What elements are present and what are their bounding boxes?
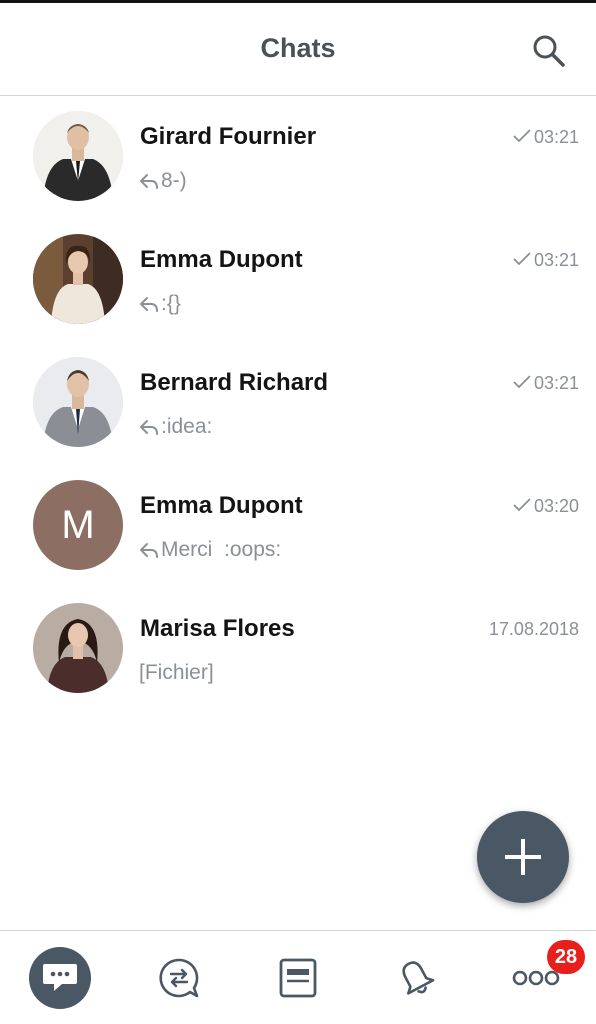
chat-preview-text: :{} [161, 292, 181, 315]
chat-time: 03:20 [533, 496, 579, 516]
chat-timestamp: 03:21 [512, 250, 579, 271]
reply-icon [140, 297, 158, 312]
new-chat-button[interactable] [477, 811, 569, 903]
avatar [33, 234, 123, 324]
tab-feed[interactable] [267, 947, 329, 1009]
avatar [33, 603, 123, 693]
chat-preview-text: Merci :oops: [161, 538, 282, 561]
bell-icon [402, 961, 435, 995]
sent-check-icon [513, 252, 531, 266]
chat-preview: [Fichier] [139, 661, 214, 685]
page-title: Chats [260, 33, 336, 63]
chat-row-girard-fournier[interactable]: Girard Fournier 03:21 8-) [0, 97, 596, 220]
more-dots-icon [512, 970, 560, 986]
chat-timestamp: 17.08.2018 [489, 619, 579, 640]
chat-timestamp: 03:20 [512, 496, 579, 517]
avatar-letter: M [33, 480, 123, 570]
chat-contact-name: Emma Dupont [140, 492, 303, 519]
chat-preview: :{} [139, 292, 181, 316]
chat-time: 03:21 [533, 373, 579, 393]
tab-chats[interactable] [29, 947, 91, 1009]
chat-bubble-icon [43, 964, 77, 991]
avatar [33, 111, 123, 201]
chat-contact-name: Bernard Richard [140, 369, 329, 396]
chat-preview: Merci :oops: [139, 538, 281, 562]
chat-time: 17.08.2018 [488, 619, 579, 639]
reply-icon [140, 543, 158, 558]
chat-row-bernard-richard[interactable]: Bernard Richard 03:21 :idea: [0, 343, 596, 466]
reply-icon [140, 420, 158, 435]
conversation-icon [159, 958, 199, 998]
plus-icon [505, 839, 541, 875]
notification-count-badge: 28 [547, 940, 585, 974]
sent-check-icon [513, 129, 531, 143]
chat-preview: :idea: [139, 415, 212, 439]
app-header: Chats [0, 3, 596, 96]
card-icon [279, 958, 317, 998]
reply-icon [140, 174, 158, 189]
chat-row-marisa-flores[interactable]: Marisa Flores 17.08.2018 [Fichier] [0, 589, 596, 712]
chat-preview-text: :idea: [161, 415, 213, 438]
tab-notifications[interactable] [385, 947, 447, 1009]
chat-preview-text: 8-) [161, 169, 187, 192]
chat-row-emma-dupont[interactable]: Emma Dupont 03:21 :{} [0, 220, 596, 343]
chat-preview: 8-) [139, 169, 187, 193]
chat-preview-text: [Fichier] [139, 661, 214, 684]
search-icon[interactable] [531, 33, 567, 69]
chat-contact-name: Girard Fournier [140, 123, 317, 150]
chat-contact-name: Marisa Flores [140, 615, 295, 642]
bottom-navigation [0, 930, 596, 1024]
chat-time: 03:21 [533, 250, 579, 270]
avatar [33, 357, 123, 447]
sent-check-icon [513, 498, 531, 512]
chat-timestamp: 03:21 [512, 127, 579, 148]
sent-check-icon [513, 375, 531, 389]
chat-contact-name: Emma Dupont [140, 246, 303, 273]
chat-row-emma-dupont-2[interactable]: M Emma Dupont 03:20 Merci :oops: [0, 466, 596, 589]
chat-time: 03:21 [533, 127, 579, 147]
tab-conversations[interactable] [148, 947, 210, 1009]
chat-timestamp: 03:21 [512, 373, 579, 394]
